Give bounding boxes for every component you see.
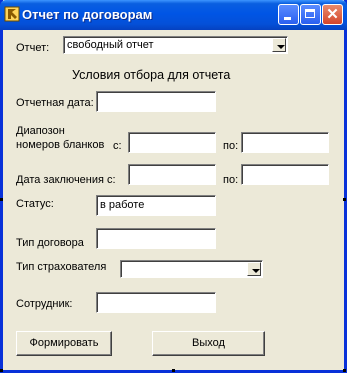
- employee-label: Сотрудник:: [16, 298, 73, 310]
- app-icon: [4, 6, 20, 22]
- close-button[interactable]: ✕: [322, 4, 343, 25]
- contract-date-label: Дата заключения с:: [16, 174, 116, 186]
- insurer-type-label: Тип страхователя: [16, 261, 107, 273]
- contract-date-to-label: по:: [223, 174, 239, 186]
- resize-handle[interactable]: [343, 198, 346, 201]
- contract-date-from-field[interactable]: [128, 164, 216, 185]
- report-label: Отчет:: [16, 42, 50, 54]
- insurer-type-select[interactable]: [120, 260, 263, 278]
- status-value: в работе: [100, 199, 145, 211]
- report-date-field[interactable]: [96, 91, 216, 112]
- maximize-button[interactable]: [300, 4, 321, 25]
- resize-handle[interactable]: [172, 369, 175, 372]
- status-field[interactable]: в работе: [96, 195, 216, 216]
- report-window: [0, 0, 347, 373]
- report-select-value: свободный отчет: [67, 39, 154, 51]
- blank-range-from-field[interactable]: [128, 132, 216, 153]
- title-bar[interactable]: Отчет по договорам ✕: [0, 0, 347, 30]
- resize-handle[interactable]: [0, 198, 3, 201]
- blank-range-from-label: с:: [113, 140, 122, 152]
- report-select[interactable]: свободный отчет: [63, 36, 288, 54]
- window-title: Отчет по договорам: [22, 7, 153, 22]
- contract-type-field[interactable]: [96, 228, 216, 249]
- blank-range-to-label: по:: [223, 140, 239, 152]
- blank-range-label-line1: Диапозон: [16, 125, 65, 137]
- generate-button[interactable]: Формировать: [16, 331, 112, 356]
- status-label: Статус:: [16, 198, 54, 210]
- chevron-down-icon[interactable]: [272, 38, 286, 52]
- close-icon: ✕: [326, 6, 339, 23]
- report-date-label: Отчетная дата:: [16, 97, 94, 109]
- blank-range-to-field[interactable]: [241, 132, 329, 153]
- exit-button[interactable]: Выход: [152, 331, 265, 356]
- contract-type-label: Тип договора: [16, 237, 84, 249]
- maximize-icon: [305, 9, 315, 18]
- blank-range-label-line2: номеров бланков: [16, 139, 105, 151]
- contract-date-to-field[interactable]: [241, 164, 329, 185]
- resize-handle[interactable]: [0, 369, 3, 372]
- minimize-icon: [284, 17, 291, 20]
- chevron-down-icon[interactable]: [247, 262, 261, 276]
- section-title: Условия отбора для отчета: [72, 68, 231, 82]
- minimize-button[interactable]: [278, 4, 299, 25]
- resize-handle[interactable]: [343, 369, 346, 372]
- employee-field[interactable]: [96, 292, 216, 313]
